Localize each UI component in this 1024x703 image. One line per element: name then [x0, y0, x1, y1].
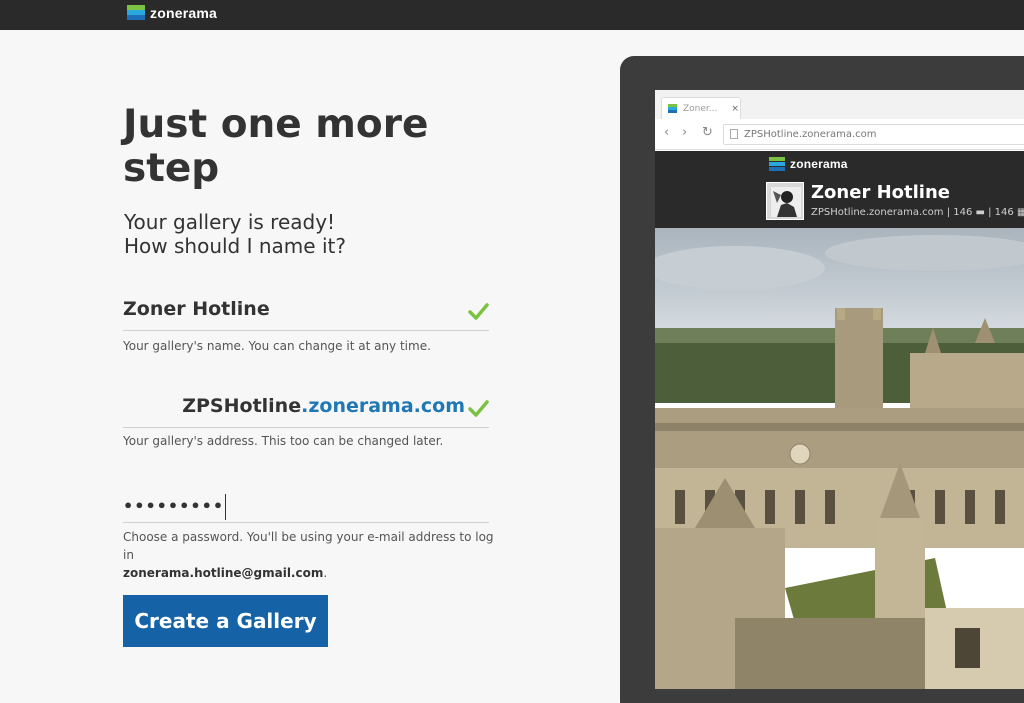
address-subdomain: ZPSHotline	[182, 395, 302, 417]
page-icon	[730, 129, 738, 139]
preview-logo-text: zonerama	[790, 157, 848, 171]
close-icon: ×	[731, 103, 739, 114]
logo-text: zonerama	[150, 5, 217, 21]
address-domain: .zonerama.com	[301, 395, 465, 417]
password-hint: Choose a password. You'll be using your …	[123, 528, 503, 582]
browser-navbar: ‹ › ↻ ZPSHotline.zonerama.com	[655, 119, 1024, 150]
zonerama-logo[interactable]: zonerama	[127, 5, 217, 21]
tab-label: Zoner...	[683, 103, 718, 114]
browser-tab: Zoner... ×	[661, 97, 741, 119]
password-hint-text: Choose a password. You'll be using your …	[123, 530, 494, 562]
preview-site-header: zonerama Zoner Hotline ZPSHotline.zonera…	[655, 151, 1024, 228]
password-dots: •••••••••	[123, 496, 225, 516]
preview-url: ZPSHotline.zonerama.com	[744, 129, 877, 140]
gallery-name-field[interactable]: Zoner Hotline	[123, 298, 489, 331]
browser-tabstrip: Zoner... ×	[655, 90, 1024, 119]
login-email: zonerama.hotline@gmail.com	[123, 566, 324, 580]
preview-gallery-meta: ZPSHotline.zonerama.com | 146 ▬ | 146 ▦	[811, 207, 1024, 218]
subtitle-ready: Your gallery is ready!	[124, 210, 336, 234]
gallery-address-value[interactable]: ZPSHotline.zonerama.com	[182, 395, 465, 417]
subtitle-question: How should I name it?	[124, 234, 346, 258]
check-icon	[468, 303, 489, 320]
create-gallery-button[interactable]: Create a Gallery	[123, 595, 328, 647]
forward-arrow-icon: ›	[682, 125, 688, 140]
check-icon	[468, 400, 489, 417]
address-bar: ZPSHotline.zonerama.com	[723, 124, 1024, 145]
zonerama-logo-icon	[127, 5, 145, 21]
preview-screen: Zoner... × ‹ › ↻ ZPSHotline.zonerama.com…	[655, 90, 1024, 689]
gallery-name-hint: Your gallery's name. You can change it a…	[123, 339, 431, 353]
gallery-address-hint: Your gallery's address. This too can be …	[123, 434, 444, 448]
preview-gallery-title: Zoner Hotline	[811, 182, 950, 203]
gallery-cover-photo	[655, 228, 1024, 689]
password-hint-period: .	[323, 566, 328, 580]
favicon-icon	[668, 104, 677, 113]
reload-icon: ↻	[702, 125, 713, 140]
zonerama-logo-icon	[769, 157, 785, 171]
avatar	[766, 182, 804, 220]
page-title: Just one more step	[123, 102, 429, 191]
password-field[interactable]: •••••••••	[123, 488, 489, 523]
password-value[interactable]: •••••••••	[123, 494, 227, 520]
gallery-address-field[interactable]: ZPSHotline.zonerama.com	[123, 395, 489, 428]
text-caret	[225, 494, 227, 520]
gallery-name-value[interactable]: Zoner Hotline	[123, 298, 270, 320]
preview-zonerama-logo: zonerama	[769, 157, 848, 171]
back-arrow-icon: ‹	[664, 125, 670, 140]
top-bar: zonerama	[0, 0, 1024, 30]
